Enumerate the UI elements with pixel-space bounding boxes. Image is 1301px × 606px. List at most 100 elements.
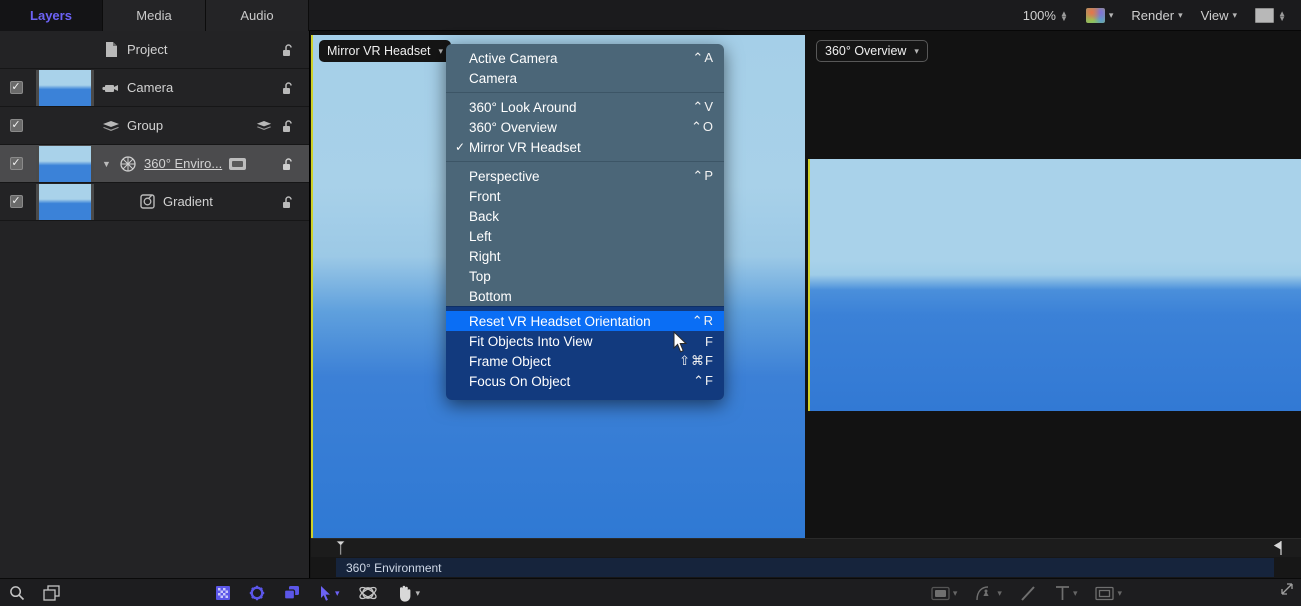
layers-panel: Project ✓ Camera ✓ Group ✓ ▼ 360° Enviro…: [0, 31, 310, 578]
paint-stroke-icon[interactable]: [1011, 579, 1046, 606]
lock-open-icon[interactable]: [279, 117, 297, 135]
table-row[interactable]: ✓ Gradient: [0, 183, 309, 221]
tab-layers[interactable]: Layers: [0, 0, 103, 31]
menu-item-shortcut: ⌃R: [691, 313, 714, 328]
checkbox-checked-icon[interactable]: ✓: [9, 119, 23, 132]
menu-item-label: Back: [469, 208, 500, 224]
stepper-updown-icon[interactable]: ▲ ▼: [1278, 9, 1286, 22]
3d-transform-icon[interactable]: [349, 579, 387, 606]
right-view-selector-button[interactable]: 360° Overview ▾: [816, 40, 928, 62]
view-selector-dropdown-menu[interactable]: Active Camera ⌃A Camera 360° Look Around…: [446, 44, 724, 400]
frame-layer-icon[interactable]: [34, 579, 69, 606]
timeline-panel[interactable]: 360° Environment: [311, 538, 1301, 578]
chevron-down-icon[interactable]: ▾: [1109, 10, 1114, 21]
bezier-pen-icon[interactable]: ▾: [966, 579, 1011, 606]
tab-audio[interactable]: Audio: [206, 0, 309, 31]
zoom-level-control[interactable]: 100% ▲ ▼: [1014, 0, 1077, 31]
group-layers-icon[interactable]: [255, 117, 273, 135]
check-mark-icon: ✓: [455, 140, 466, 154]
menu-item-camera[interactable]: Camera: [446, 68, 724, 88]
menu-item-left[interactable]: Left: [446, 226, 724, 246]
menu-separator: [446, 161, 724, 162]
chevron-down-icon[interactable]: ▾: [335, 588, 340, 599]
lock-open-icon[interactable]: [279, 193, 297, 211]
hand-pan-icon[interactable]: ▾: [387, 579, 430, 606]
layer-visibility-cell[interactable]: ✓: [0, 157, 32, 170]
lock-open-icon[interactable]: [279, 41, 297, 59]
stepper-updown-icon[interactable]: ▲ ▼: [1060, 9, 1068, 22]
table-row[interactable]: Project: [0, 31, 309, 69]
menu-item-back[interactable]: Back: [446, 206, 724, 226]
menu-item-mirror-vr-headset[interactable]: ✓ Mirror VR Headset: [446, 137, 724, 157]
checkbox-checked-icon[interactable]: ✓: [9, 157, 23, 170]
playhead-marker-icon[interactable]: [335, 540, 346, 556]
disclosure-triangle-icon[interactable]: ▼: [102, 159, 112, 169]
checkbox-checked-icon[interactable]: ✓: [9, 195, 23, 208]
layers-stack-icon[interactable]: [274, 579, 310, 606]
chevron-down-icon[interactable]: ▾: [997, 588, 1002, 599]
menu-item-360-look-around[interactable]: 360° Look Around ⌃V: [446, 97, 724, 117]
layer-name-cell: Group: [98, 117, 255, 135]
chevron-down-icon[interactable]: ▾: [1117, 588, 1122, 599]
right-view-selector-label: 360° Overview: [825, 44, 907, 58]
menu-item-top[interactable]: Top: [446, 266, 724, 286]
layer-visibility-cell[interactable]: ✓: [0, 195, 32, 208]
lock-open-icon[interactable]: [279, 79, 297, 97]
menu-item-focus-on-object[interactable]: Focus On Object ⌃F: [446, 371, 724, 391]
mask-icon[interactable]: ▾: [1086, 579, 1131, 606]
layer-thumbnail-cell: [32, 108, 98, 144]
view-menu[interactable]: View ▾: [1192, 0, 1246, 31]
end-marker-icon[interactable]: [1273, 540, 1283, 558]
menu-item-right[interactable]: Right: [446, 246, 724, 266]
chevron-down-icon[interactable]: ▾: [416, 588, 421, 599]
text-tool-icon[interactable]: ▾: [1046, 579, 1087, 606]
layer-badge-icon: [229, 157, 247, 170]
menu-item-fit-objects-into-view[interactable]: Fit Objects Into View F: [446, 331, 724, 351]
viewport-right-360-overview[interactable]: [808, 159, 1301, 411]
menu-item-reset-vr-headset-orientation[interactable]: Reset VR Headset Orientation ⌃R: [446, 311, 724, 331]
chevron-down-icon: ▾: [914, 45, 919, 56]
color-swatch-control[interactable]: ▾: [1077, 0, 1123, 31]
checkbox-checked-icon[interactable]: ✓: [9, 81, 23, 94]
menu-item-front[interactable]: Front: [446, 186, 724, 206]
panel-tabs: Layers Media Audio: [0, 0, 309, 31]
menu-item-360-overview[interactable]: 360° Overview ⌃O: [446, 117, 724, 137]
gradient-icon: [138, 193, 156, 211]
menu-item-frame-object[interactable]: Frame Object ⇧⌘F: [446, 351, 724, 371]
left-view-selector-button[interactable]: Mirror VR Headset ▾: [319, 40, 452, 62]
lock-open-icon[interactable]: [279, 155, 297, 173]
layer-thumbnail-cell: [32, 145, 98, 182]
menu-item-active-camera[interactable]: Active Camera ⌃A: [446, 48, 724, 68]
menu-item-perspective[interactable]: Perspective ⌃P: [446, 166, 724, 186]
checkerboard-icon[interactable]: [206, 579, 240, 606]
top-bar-controls: 100% ▲ ▼ ▾ Render ▾ View ▾ ▲ ▼: [1014, 0, 1295, 31]
menu-group-cameras: Active Camera ⌃A Camera: [446, 48, 724, 88]
layer-label: Camera: [127, 80, 174, 95]
menu-separator: [446, 92, 724, 93]
menu-item-bottom[interactable]: Bottom: [446, 286, 724, 306]
menu-group-360-views: 360° Look Around ⌃V 360° Overview ⌃O ✓ M…: [446, 97, 724, 157]
timeline-ruler[interactable]: [311, 539, 1301, 557]
chevron-down-icon[interactable]: ▾: [953, 588, 958, 599]
resize-grip-icon[interactable]: [1279, 581, 1295, 602]
table-row[interactable]: ✓ Group: [0, 107, 309, 145]
tab-media[interactable]: Media: [103, 0, 206, 31]
search-icon[interactable]: [0, 579, 34, 606]
render-menu[interactable]: Render ▾: [1122, 0, 1191, 31]
table-row[interactable]: ✓ Camera: [0, 69, 309, 107]
layout-control[interactable]: ▲ ▼: [1246, 0, 1295, 31]
menu-item-label: Top: [469, 268, 491, 284]
thumbnail-preview: [36, 145, 94, 182]
chevron-down-icon[interactable]: ▾: [1073, 588, 1078, 599]
table-row[interactable]: ✓ ▼ 360° Enviro...: [0, 145, 309, 183]
arrow-select-icon[interactable]: ▾: [311, 579, 349, 606]
timeline-track-360-environment[interactable]: 360° Environment: [336, 558, 1274, 577]
menu-item-label: Active Camera: [469, 50, 558, 66]
layer-visibility-cell[interactable]: ✓: [0, 119, 32, 132]
menu-item-label: 360° Overview: [469, 119, 557, 135]
shape-rect-icon[interactable]: ▾: [922, 579, 967, 606]
menu-item-shortcut: ⌃P: [692, 168, 714, 183]
zoom-level-value: 100%: [1022, 8, 1056, 23]
layer-visibility-cell[interactable]: ✓: [0, 81, 32, 94]
gear-icon[interactable]: [240, 579, 274, 606]
